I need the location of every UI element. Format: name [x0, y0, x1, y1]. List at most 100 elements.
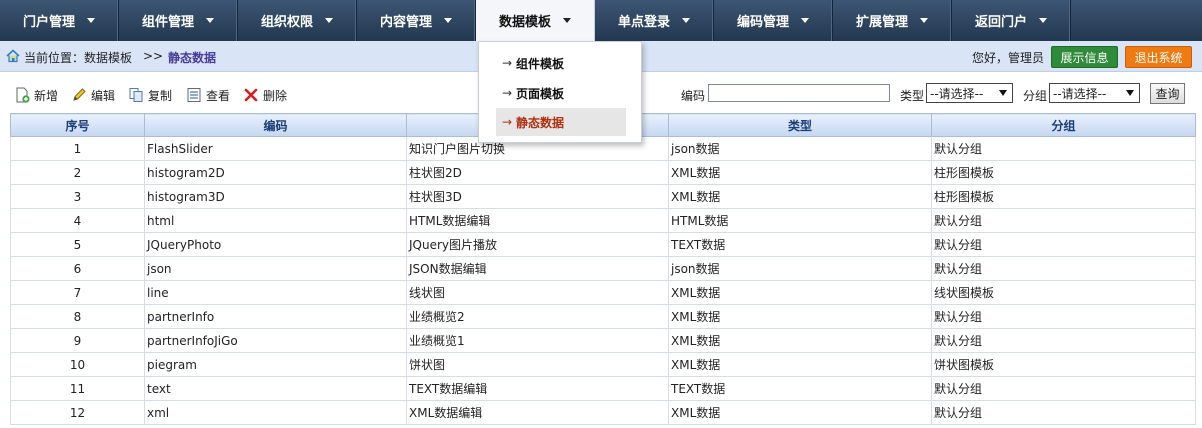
cell-type: XML数据 — [668, 160, 932, 185]
nav-item-label: 返回门户 — [974, 15, 1027, 30]
cell-index: 9 — [10, 328, 145, 353]
column-header-index[interactable]: 序号 — [10, 113, 145, 137]
delete-button[interactable]: 删除 — [243, 86, 287, 104]
cell-index: 11 — [10, 376, 145, 401]
cell-code: partnerInfoJiGo — [144, 328, 407, 353]
cell-code: html — [144, 208, 407, 233]
dropdown-item-page-template[interactable]: → 页面模板 — [496, 79, 626, 107]
cell-type: XML数据 — [668, 280, 932, 305]
cell-name: 柱状图2D — [406, 160, 669, 185]
view-button[interactable]: 查看 — [186, 86, 230, 104]
edit-button[interactable]: 编辑 — [71, 86, 115, 104]
table-row[interactable]: 5 JQueryPhoto JQuery图片播放 TEXT数据 默认分组 — [10, 232, 1196, 257]
table-row[interactable]: 10 piegram 饼状图 XML数据 饼状图模板 — [10, 352, 1196, 377]
table-row[interactable]: 11 text TEXT数据编辑 TEXT数据 默认分组 — [10, 376, 1196, 401]
type-select[interactable]: --请选择-- — [926, 83, 1013, 103]
chevron-down-icon — [682, 18, 690, 23]
group-select-value: --请选择-- — [1053, 86, 1107, 101]
user-greeting: 您好，管理员 — [972, 51, 1045, 65]
table-row[interactable]: 4 html HTML数据编辑 HTML数据 默认分组 — [10, 208, 1196, 233]
nav-item-component[interactable]: 组件管理 — [119, 0, 238, 41]
group-select[interactable]: --请选择-- — [1049, 83, 1140, 103]
cell-name: HTML数据编辑 — [406, 208, 669, 233]
cell-name: JSON数据编辑 — [406, 256, 669, 281]
cell-name: JQuery图片播放 — [406, 232, 669, 257]
nav-item-code[interactable]: 编码管理 — [714, 0, 833, 41]
copy-icon — [129, 88, 143, 102]
delete-x-icon — [244, 88, 258, 102]
table-row[interactable]: 2 histogram2D 柱状图2D XML数据 柱形图模板 — [10, 160, 1196, 185]
table-row[interactable]: 8 partnerInfo 业绩概览2 XML数据 默认分组 — [10, 304, 1196, 329]
cell-name: 柱状图3D — [406, 184, 669, 209]
view-label: 查看 — [206, 88, 231, 103]
nav-item-label: 门户管理 — [22, 15, 75, 30]
delete-label: 删除 — [263, 88, 288, 103]
pencil-icon — [73, 88, 86, 101]
show-info-button[interactable]: 展示信息 — [1051, 46, 1118, 68]
cell-code: xml — [144, 400, 407, 425]
cell-group: 默认分组 — [931, 136, 1196, 161]
cell-code: partnerInfo — [144, 304, 407, 329]
cell-code: text — [144, 376, 407, 401]
nav-item-sso[interactable]: 单点登录 — [595, 0, 714, 41]
breadcrumb-parent[interactable]: 数据模板 — [84, 49, 132, 66]
dropdown-item-static-data[interactable]: → 静态数据 — [496, 108, 626, 136]
cell-group: 线状图模板 — [931, 280, 1196, 305]
top-nav: 门户管理 组件管理 组织权限 内容管理 数据模板 单点登录 编码管理 扩展管理 … — [0, 0, 1202, 41]
column-header-type[interactable]: 类型 — [668, 113, 932, 137]
cell-code: histogram2D — [144, 160, 407, 185]
group-label: 分组 — [1023, 89, 1048, 103]
code-search-input[interactable] — [708, 84, 890, 102]
cell-code: json — [144, 256, 407, 281]
cell-type: XML数据 — [668, 328, 932, 353]
nav-item-portal[interactable]: 门户管理 — [0, 0, 119, 41]
column-header-code[interactable]: 编码 — [144, 113, 407, 137]
breadcrumb-current: 静态数据 — [168, 51, 217, 65]
nav-item-label: 数据模板 — [498, 15, 551, 30]
arrow-right-icon: → — [502, 115, 513, 129]
cell-type: XML数据 — [668, 304, 932, 329]
cell-group: 柱形图模板 — [931, 160, 1196, 185]
chevron-down-icon — [999, 90, 1007, 96]
table-row[interactable]: 12 xml XML数据编辑 XML数据 默认分组 — [10, 400, 1196, 425]
cell-type: HTML数据 — [668, 208, 932, 233]
chevron-down-icon — [563, 18, 571, 23]
cell-type: XML数据 — [668, 400, 932, 425]
cell-type: TEXT数据 — [668, 232, 932, 257]
arrow-right-icon: → — [502, 56, 513, 70]
table-row[interactable]: 7 line 线状图 XML数据 线状图模板 — [10, 280, 1196, 305]
cell-index: 2 — [10, 160, 145, 185]
cell-code: JQueryPhoto — [144, 232, 407, 257]
column-header-group[interactable]: 分组 — [931, 113, 1196, 137]
copy-label: 复制 — [148, 88, 173, 103]
exit-system-button[interactable]: 退出系统 — [1125, 46, 1192, 68]
nav-item-label: 组织权限 — [260, 15, 313, 30]
list-view-icon — [187, 88, 201, 102]
arrow-right-icon: → — [502, 86, 513, 100]
cell-code: piegram — [144, 352, 407, 377]
table-row[interactable]: 9 partnerInfoJiGo 业绩概览1 XML数据 默认分组 — [10, 328, 1196, 353]
cell-type: XML数据 — [668, 184, 932, 209]
nav-item-label: 扩展管理 — [855, 15, 908, 30]
data-table: 序号 编码 名称 类型 分组 1FlashSlider知识门户图片切换json数… — [10, 113, 1196, 425]
add-button[interactable]: 新增 — [14, 86, 58, 104]
table-row[interactable]: 3 histogram3D 柱状图3D XML数据 柱形图模板 — [10, 184, 1196, 209]
nav-item-label: 单点登录 — [617, 15, 670, 30]
cell-type: json数据 — [668, 136, 932, 161]
cell-group: 默认分组 — [931, 232, 1196, 257]
cell-group: 柱形图模板 — [931, 184, 1196, 209]
nav-item-label: 内容管理 — [379, 15, 432, 30]
nav-item-data-template[interactable]: 数据模板 — [476, 0, 595, 41]
dropdown-item-component-template[interactable]: → 组件模板 — [496, 49, 626, 77]
cell-index: 12 — [10, 400, 145, 425]
cell-group: 默认分组 — [931, 376, 1196, 401]
copy-button[interactable]: 复制 — [128, 86, 172, 104]
nav-item-org[interactable]: 组织权限 — [238, 0, 357, 41]
table-row[interactable]: 6 json JSON数据编辑 json数据 默认分组 — [10, 256, 1196, 281]
cell-code: line — [144, 280, 407, 305]
query-button[interactable]: 查询 — [1150, 83, 1185, 104]
cell-group: 默认分组 — [931, 304, 1196, 329]
nav-item-extension[interactable]: 扩展管理 — [833, 0, 952, 41]
nav-item-back-portal[interactable]: 返回门户 — [952, 0, 1071, 41]
nav-item-content[interactable]: 内容管理 — [357, 0, 476, 41]
